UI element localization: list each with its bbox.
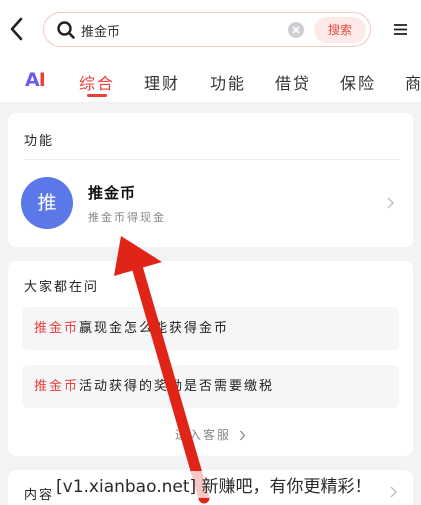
faq-text: 赢现金怎么能获得金币 — [79, 321, 230, 336]
faq-item[interactable]: 推金币赢现金怎么能获得金币 — [22, 307, 399, 350]
search-button[interactable]: 搜索 — [314, 17, 366, 43]
faq-keyword: 推金币 — [34, 379, 80, 394]
category-tabs: AI 综合 理财 功能 借贷 保险 商 — [0, 60, 421, 102]
faq-text: 活动获得的奖励是否需要缴税 — [79, 379, 275, 394]
search-query[interactable]: 推金币 — [81, 21, 120, 40]
search-header: 推金币 搜索 — [0, 0, 421, 60]
tab-wealth[interactable]: 理财 — [144, 70, 180, 94]
faq-item[interactable]: 推金币活动获得的奖励是否需要缴税 — [22, 365, 399, 408]
contact-service-link[interactable]: 进入客服 — [175, 426, 246, 443]
section-title-faq: 大家都在问 — [24, 280, 100, 295]
back-arrow-icon[interactable] — [8, 16, 26, 42]
tab-commerce[interactable]: 商 — [405, 70, 421, 94]
watermark: [v1.xianbao.net] 新赚吧，有你更精彩！ — [52, 471, 376, 498]
search-icon — [57, 21, 75, 39]
function-item-subtitle: 推金币得现金 — [88, 211, 166, 224]
contact-service-label: 进入客服 — [175, 428, 232, 442]
tab-insurance[interactable]: 保险 — [340, 70, 376, 94]
section-title-function: 功能 — [24, 134, 55, 149]
function-item-title: 推金币 — [88, 184, 137, 202]
chevron-right-icon — [387, 197, 394, 209]
clear-icon[interactable] — [288, 22, 304, 38]
divider — [24, 159, 400, 160]
search-input[interactable]: 推金币 搜索 — [43, 12, 371, 47]
ai-logo-i: I — [38, 69, 46, 91]
tab-loans[interactable]: 借贷 — [275, 70, 311, 94]
function-card: 功能 推 推金币 推金币得现金 — [8, 113, 413, 247]
ai-logo-a: A — [25, 69, 40, 91]
menu-icon[interactable] — [394, 23, 407, 36]
active-tab-indicator — [87, 94, 107, 97]
chevron-right-icon — [239, 430, 246, 441]
tab-comprehensive[interactable]: 综合 — [79, 70, 115, 94]
faq-keyword: 推金币 — [34, 321, 80, 336]
ai-logo[interactable]: AI — [25, 69, 46, 91]
faq-card: 大家都在问 推金币赢现金怎么能获得金币 推金币活动获得的奖励是否需要缴税 进入客… — [8, 261, 413, 456]
tab-features[interactable]: 功能 — [210, 70, 246, 94]
function-avatar: 推 — [21, 177, 73, 229]
section-title-content: 内容 — [24, 488, 55, 503]
chevron-right-icon[interactable] — [389, 486, 397, 498]
